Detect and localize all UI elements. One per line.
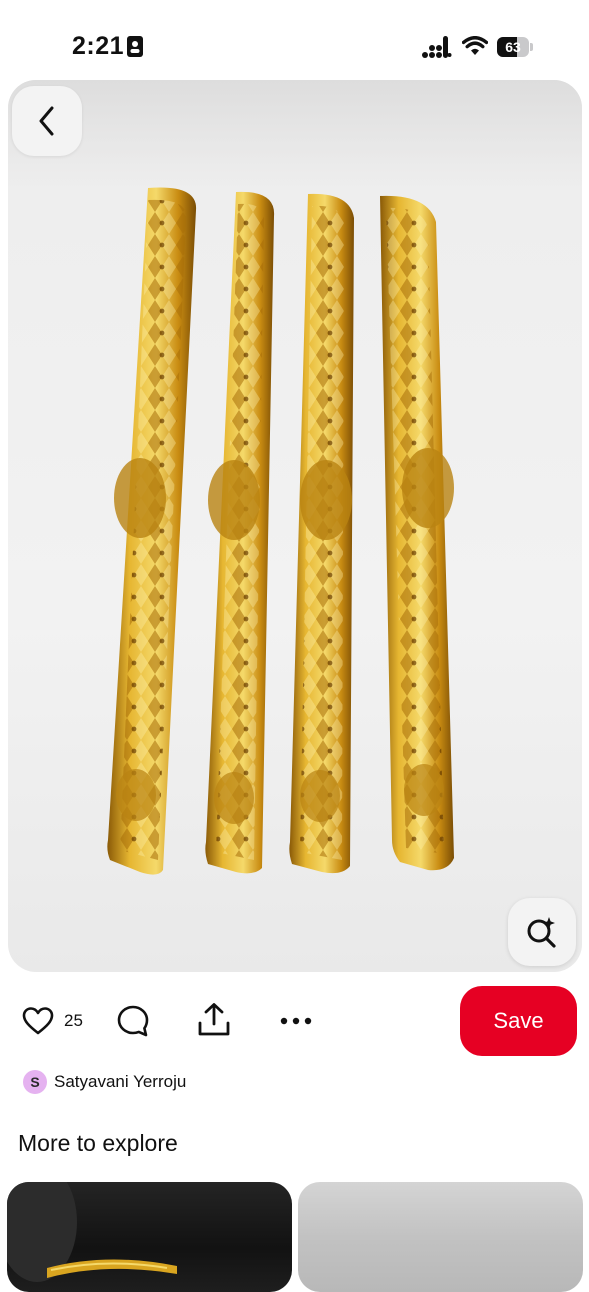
chevron-left-icon — [39, 106, 54, 136]
battery-indicator: 63 — [497, 37, 533, 57]
like-count: 25 — [64, 1011, 83, 1030]
explore-card[interactable] — [7, 1182, 292, 1292]
status-bar: 2:21 63 — [0, 0, 589, 80]
share-upload-icon[interactable] — [197, 1002, 231, 1038]
visual-search-button[interactable] — [508, 898, 576, 966]
id-card-icon — [127, 36, 143, 57]
avatar: S — [23, 1070, 47, 1094]
ellipsis-icon[interactable] — [278, 1011, 314, 1031]
pin-action-row: 25 Save — [0, 985, 589, 1057]
status-time: 2:21 — [72, 32, 125, 60]
creator-link[interactable]: S Satyavani Yerroju — [23, 1069, 186, 1095]
battery-level: 63 — [505, 39, 521, 55]
pin-image[interactable] — [8, 80, 582, 972]
like-button[interactable] — [22, 1005, 54, 1037]
comment-bubble-icon[interactable] — [116, 1004, 150, 1038]
save-button[interactable]: Save — [460, 986, 577, 1056]
back-button[interactable] — [12, 86, 82, 156]
cellular-signal-icon — [422, 36, 452, 58]
lens-sparkle-icon — [527, 917, 556, 948]
bangles-photo — [8, 80, 582, 972]
explore-card-image — [7, 1182, 177, 1282]
creator-name: Satyavani Yerroju — [54, 1072, 187, 1091]
heart-icon — [22, 1007, 54, 1035]
explore-card[interactable] — [298, 1182, 583, 1292]
wifi-icon — [462, 36, 488, 55]
more-to-explore-title: More to explore — [18, 1130, 178, 1156]
